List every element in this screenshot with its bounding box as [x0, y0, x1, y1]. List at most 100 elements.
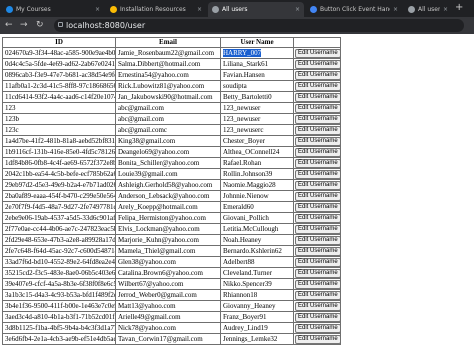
- id-column-header: ID: [2, 37, 116, 48]
- email-cell: abc@gmail.com: [115, 102, 221, 114]
- table-row: 2ebe9e06-19ab-4537-a5d5-33d6c901af44 Feli…: [2, 212, 341, 224]
- username-cell: Giovani_Pollich: [220, 212, 294, 224]
- table-row: 2f77e0ae-cc44-4b06-ae7c-247823eac5b1 Elvi…: [2, 223, 341, 235]
- table-row: 1b9116cf-131b-416e-85e0-4fd5c7812652 Dean…: [2, 146, 341, 158]
- edit-username-button[interactable]: Edit Username: [295, 324, 340, 333]
- edit-username-button[interactable]: Edit Username: [295, 71, 340, 80]
- edit-username-button[interactable]: Edit Username: [295, 335, 340, 344]
- edit-username-button[interactable]: Edit Username: [295, 60, 340, 69]
- email-cell: Salma.Dibbert@hotmail.com: [115, 58, 221, 70]
- user-id-cell: 2ba0af89-eaaa-454f-b470-c299e50e5646: [2, 190, 116, 202]
- forward-arrow-icon[interactable]: →: [20, 19, 28, 31]
- action-cell: Edit Username: [293, 333, 341, 345]
- table-row: 3a1b3c15-d4a3-4c93-b53a-bfd1f489f2c3 Jerr…: [2, 289, 341, 301]
- edit-username-button[interactable]: Edit Username: [295, 225, 340, 234]
- edit-username-button[interactable]: Edit Username: [295, 82, 340, 91]
- table-body: 024670a9-3f34-48ac-a585-900e9ae4b08d Jami…: [2, 47, 341, 345]
- selected-username-text: HARRY_007: [223, 48, 262, 57]
- new-tab-button[interactable]: +: [455, 3, 463, 13]
- tab-my-courses[interactable]: My Courses ×: [2, 2, 104, 17]
- email-cell: Mamela_Thiel@gmail.com: [115, 245, 221, 257]
- email-cell: Deangelo69@yahoo.com: [115, 146, 221, 158]
- username-cell: Bernardo.Kshlerin62: [220, 245, 294, 257]
- table-row: 2fd29e48-653e-47b3-a2e8-a89928a17d2a Marj…: [2, 234, 341, 246]
- table-row: 3e6d6fb4-2e1a-4cb3-ae9b-ef51e4db5ad3 Tava…: [2, 333, 341, 345]
- edit-username-button[interactable]: Edit Username: [295, 170, 340, 179]
- edit-username-button[interactable]: Edit Username: [295, 302, 340, 311]
- globe-favicon-icon: [212, 6, 219, 13]
- edit-username-button[interactable]: Edit Username: [295, 159, 340, 168]
- email-cell: Louie39@gmail.com: [115, 168, 221, 180]
- back-arrow-icon[interactable]: ←: [5, 19, 13, 31]
- globe-favicon-icon: [408, 6, 415, 13]
- edit-username-button[interactable]: Edit Username: [295, 258, 340, 267]
- username-cell: Betty_Bartoletti0: [220, 91, 294, 103]
- user-id-cell: 1b9116cf-131b-416e-85e0-4fd5c7812652: [2, 146, 116, 158]
- tab-close-icon[interactable]: ×: [443, 6, 448, 13]
- edit-username-button[interactable]: Edit Username: [295, 247, 340, 256]
- edit-username-button[interactable]: Edit Username: [295, 214, 340, 223]
- email-cell: Ernestina54@yahoo.com: [115, 69, 221, 81]
- tab-all-users[interactable]: All users ×: [404, 2, 452, 17]
- action-cell: Edit Username: [293, 267, 341, 279]
- user-id-cell: 0d4c4c5a-5fde-4e69-ad62-2ab67e02413e: [2, 58, 116, 70]
- site-info-icon[interactable]: [58, 22, 63, 27]
- action-cell: Edit Username: [293, 124, 341, 136]
- table-row: 3d8b1125-f1ba-4bf5-9b4a-b4c3f3d1a772 Nick…: [2, 322, 341, 334]
- reload-icon[interactable]: ↻: [36, 19, 44, 31]
- table-row: 39e407e9-cfcf-4a5a-8b3e-6f38f0f8e6c5 Wilb…: [2, 278, 341, 290]
- edit-username-button[interactable]: Edit Username: [295, 49, 340, 58]
- edit-username-button[interactable]: Edit Username: [295, 313, 340, 322]
- edit-username-button[interactable]: Edit Username: [295, 181, 340, 190]
- user-id-cell: 1a4d7be-41f2-481b-81a8-aebd52bf8315: [2, 135, 116, 147]
- edit-username-button[interactable]: Edit Username: [295, 104, 340, 113]
- action-cell: Edit Username: [293, 135, 341, 147]
- edit-username-button[interactable]: Edit Username: [295, 280, 340, 289]
- tab-button-click-event[interactable]: Button Click Event Handling ×: [306, 2, 402, 17]
- username-cell: HARRY_007: [220, 47, 294, 59]
- tab-all-users-active[interactable]: All users ×: [208, 2, 304, 17]
- tab-installation-resources[interactable]: Installation Resources ×: [106, 2, 206, 17]
- email-cell: Jamie_Rosenbaum22@gmail.com: [115, 47, 221, 59]
- tab-close-icon[interactable]: ×: [95, 6, 100, 13]
- edit-username-button[interactable]: Edit Username: [295, 269, 340, 278]
- folder-favicon-icon: [110, 6, 117, 13]
- tab-close-icon[interactable]: ×: [295, 6, 300, 13]
- username-cell: Emerald60: [220, 201, 294, 213]
- users-table: ID Email User Name 024670a9-3f34-48ac-a5…: [2, 37, 341, 345]
- table-row: 11afb0a1-2c3d-41c5-8ff8-97c18668656f Rick…: [2, 80, 341, 92]
- user-id-cell: 3a1b3c15-d4a3-4c93-b53a-bfd1f489f2c3: [2, 289, 116, 301]
- email-cell: King38@gmail.com: [115, 135, 221, 147]
- table-row: 1a4d7be-41f2-481b-81a8-aebd52bf8315 King3…: [2, 135, 341, 147]
- edit-username-button[interactable]: Edit Username: [295, 115, 340, 124]
- edit-username-button[interactable]: Edit Username: [295, 192, 340, 201]
- user-id-cell: 2f77e0ae-cc44-4b06-ae7c-247823eac5b1: [2, 223, 116, 235]
- user-id-cell: 2fd29e48-653e-47b3-a2e8-a89928a17d2a: [2, 234, 116, 246]
- edit-username-button[interactable]: Edit Username: [295, 126, 340, 135]
- action-column-header: [293, 37, 341, 48]
- user-id-cell: 2e70f7f9-f4d5-48a7-9d27-2fe7497781dc: [2, 201, 116, 213]
- action-cell: Edit Username: [293, 102, 341, 114]
- edit-username-button[interactable]: Edit Username: [295, 236, 340, 245]
- tab-close-icon[interactable]: ×: [393, 6, 398, 13]
- user-id-cell: 2ebe9e06-19ab-4537-a5d5-33d6c901af44: [2, 212, 116, 224]
- action-cell: Edit Username: [293, 278, 341, 290]
- edit-username-button[interactable]: Edit Username: [295, 148, 340, 157]
- edit-username-button[interactable]: Edit Username: [295, 203, 340, 212]
- email-cell: Felipa_Hermiston@yahoo.com: [115, 212, 221, 224]
- tab-close-icon[interactable]: ×: [197, 6, 202, 13]
- username-cell: Audrey_Lind19: [220, 322, 294, 334]
- table-row: 2e70f7f9-f4d5-48a7-9d27-2fe7497781dc Arel…: [2, 201, 341, 213]
- username-cell: Johnnie.Nienow: [220, 190, 294, 202]
- edit-username-button[interactable]: Edit Username: [295, 291, 340, 300]
- user-id-cell: 123b: [2, 113, 116, 125]
- email-cell: Wilbert67@yahoo.com: [115, 278, 221, 290]
- email-column-header: Email: [115, 37, 221, 48]
- email-cell: Marjorie_Kuhn@yahoo.com: [115, 234, 221, 246]
- edit-username-button[interactable]: Edit Username: [295, 93, 340, 102]
- user-id-cell: 024670a9-3f34-48ac-a585-900e9ae4b08d: [2, 47, 116, 59]
- edit-username-button[interactable]: Edit Username: [295, 137, 340, 146]
- username-cell: 123_newuser: [220, 102, 294, 114]
- table-row: 2ba0af89-eaaa-454f-b470-c299e50e5646 Ande…: [2, 190, 341, 202]
- username-cell: 123_newuserc: [220, 124, 294, 136]
